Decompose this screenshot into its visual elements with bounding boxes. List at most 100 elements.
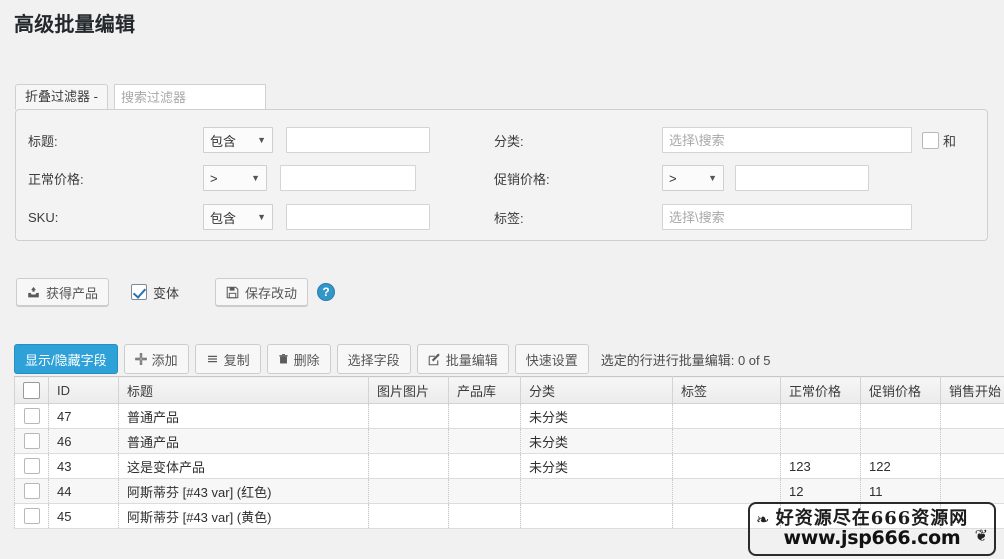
row-select-cell[interactable] — [14, 503, 49, 529]
cell-title[interactable]: 这是变体产品 — [118, 453, 369, 479]
row-select-checkbox[interactable] — [23, 408, 40, 425]
table-header-stock[interactable]: 产品库 — [448, 376, 521, 404]
filter-operator-sale-price[interactable]: > ▼ — [662, 165, 724, 191]
table-header-category[interactable]: 分类 — [520, 376, 673, 404]
cell-sale-start[interactable] — [940, 503, 1004, 529]
cell-category[interactable]: 未分类 — [520, 453, 673, 479]
cell-tags[interactable] — [672, 428, 781, 454]
trash-icon — [278, 353, 289, 365]
cell-sale-start[interactable] — [940, 403, 1004, 429]
cell-id[interactable]: 43 — [48, 453, 119, 479]
cell-image[interactable] — [368, 428, 449, 454]
cell-sale-price[interactable] — [860, 428, 941, 454]
cell-id[interactable]: 47 — [48, 403, 119, 429]
cell-sale-price[interactable] — [860, 503, 941, 529]
row-select-checkbox[interactable] — [23, 458, 40, 475]
filter-and-checkbox[interactable] — [922, 131, 939, 149]
toolbar-button-bulk-edit[interactable]: 批量编辑 — [416, 344, 509, 374]
cell-regular-price[interactable] — [780, 503, 861, 529]
cell-id[interactable]: 44 — [48, 478, 119, 504]
table-header-regular-price[interactable]: 正常价格 — [780, 376, 861, 404]
cell-image[interactable] — [368, 403, 449, 429]
table-row[interactable]: 43 这是变体产品 未分类 123 122 — [14, 453, 1004, 479]
cell-id[interactable]: 46 — [48, 428, 119, 454]
row-select-cell[interactable] — [14, 403, 49, 429]
cell-sale-start[interactable] — [940, 428, 1004, 454]
row-select-cell[interactable] — [14, 453, 49, 479]
cell-regular-price[interactable] — [780, 428, 861, 454]
variants-checkbox[interactable] — [131, 284, 148, 300]
filter-value-regular-price[interactable] — [280, 165, 416, 191]
filter-value-tags[interactable] — [662, 204, 912, 230]
cell-tags[interactable] — [672, 403, 781, 429]
cell-stock[interactable] — [448, 428, 521, 454]
row-select-cell[interactable] — [14, 478, 49, 504]
filter-value-sale-price[interactable] — [735, 165, 869, 191]
table-header-id[interactable]: ID — [48, 376, 119, 404]
table-header-tags[interactable]: 标签 — [672, 376, 781, 404]
row-select-checkbox[interactable] — [23, 508, 40, 525]
filter-value-category[interactable] — [662, 127, 912, 153]
cell-stock[interactable] — [448, 403, 521, 429]
cell-tags[interactable] — [672, 453, 781, 479]
row-select-checkbox[interactable] — [23, 433, 40, 450]
cell-tags[interactable] — [672, 478, 781, 504]
cell-id[interactable]: 45 — [48, 503, 119, 529]
table-header-select-all[interactable] — [14, 376, 49, 404]
cell-stock[interactable] — [448, 503, 521, 529]
save-changes-button[interactable]: 保存改动 — [215, 278, 309, 306]
toolbar-button-delete[interactable]: 删除 — [266, 344, 331, 374]
cell-title[interactable]: 普通产品 — [118, 428, 369, 454]
cell-sale-start[interactable] — [940, 453, 1004, 479]
filter-and-label: 和 — [943, 133, 957, 149]
cell-title[interactable]: 阿斯蒂芬 [#43 var] (红色) — [118, 478, 369, 504]
question-circle-icon[interactable]: ? — [317, 283, 336, 301]
table-row[interactable]: 47 普通产品 未分类 — [14, 403, 1004, 429]
cell-image[interactable] — [368, 478, 449, 504]
row-select-checkbox[interactable] — [23, 483, 40, 500]
cell-stock[interactable] — [448, 478, 521, 504]
products-grid-wrapper: ID 标题 图片图片 产品库 分类 标签 正常价格 促销价格 销售开始 47 普通… — [14, 376, 1004, 529]
cell-category[interactable]: 未分类 — [520, 403, 673, 429]
table-header-title[interactable]: 标题 — [118, 376, 369, 404]
get-products-button[interactable]: 获得产品 — [16, 278, 110, 306]
variants-checkbox-group[interactable]: 变体 — [131, 283, 179, 302]
cell-sale-price[interactable]: 11 — [860, 478, 941, 504]
cell-category[interactable] — [520, 503, 673, 529]
table-row[interactable]: 46 普通产品 未分类 — [14, 428, 1004, 454]
cell-sale-price[interactable]: 122 — [860, 453, 941, 479]
table-header-sale-start[interactable]: 销售开始 — [940, 376, 1004, 404]
toolbar-button-copy[interactable]: 复制 — [194, 344, 261, 374]
filter-operator-regular-price[interactable]: > ▼ — [203, 165, 267, 191]
cell-image[interactable] — [368, 503, 449, 529]
toolbar-button-select-fields[interactable]: 选择字段 — [336, 344, 411, 374]
table-header-sale-price[interactable]: 促销价格 — [860, 376, 941, 404]
table-row[interactable]: 44 阿斯蒂芬 [#43 var] (红色) 12 11 — [14, 478, 1004, 504]
select-all-checkbox[interactable] — [23, 381, 40, 399]
toolbar-button-add[interactable]: 添加 — [123, 344, 189, 374]
cell-stock[interactable] — [448, 453, 521, 479]
filter-search-input[interactable] — [113, 84, 266, 110]
filter-operator-sku[interactable]: 包含 ▼ — [203, 204, 273, 230]
filter-operator-title[interactable]: 包含 ▼ — [203, 127, 273, 153]
table-header-image[interactable]: 图片图片 — [368, 376, 449, 404]
cell-category[interactable]: 未分类 — [520, 428, 673, 454]
cell-category[interactable] — [520, 478, 673, 504]
cell-regular-price[interactable]: 12 — [780, 478, 861, 504]
cell-title[interactable]: 阿斯蒂芬 [#43 var] (黄色) — [118, 503, 369, 529]
cell-tags[interactable] — [672, 503, 781, 529]
collapse-filters-tab[interactable]: 折叠过滤器 - — [15, 84, 108, 110]
toolbar-button-quick-settings[interactable]: 快速设置 — [514, 344, 589, 374]
cell-title[interactable]: 普通产品 — [118, 403, 369, 429]
table-row[interactable]: 45 阿斯蒂芬 [#43 var] (黄色) — [14, 503, 1004, 529]
cell-regular-price[interactable] — [780, 403, 861, 429]
cell-image[interactable] — [368, 453, 449, 479]
filter-value-title[interactable] — [286, 127, 430, 153]
row-select-cell[interactable] — [14, 428, 49, 454]
cell-sale-start[interactable] — [940, 478, 1004, 504]
filter-label-title: 标题: — [28, 133, 58, 149]
cell-sale-price[interactable] — [860, 403, 941, 429]
filter-value-sku[interactable] — [286, 204, 430, 230]
cell-regular-price[interactable]: 123 — [780, 453, 861, 479]
toolbar-button-show-hide-fields[interactable]: 显示/隐藏字段 — [14, 344, 118, 374]
